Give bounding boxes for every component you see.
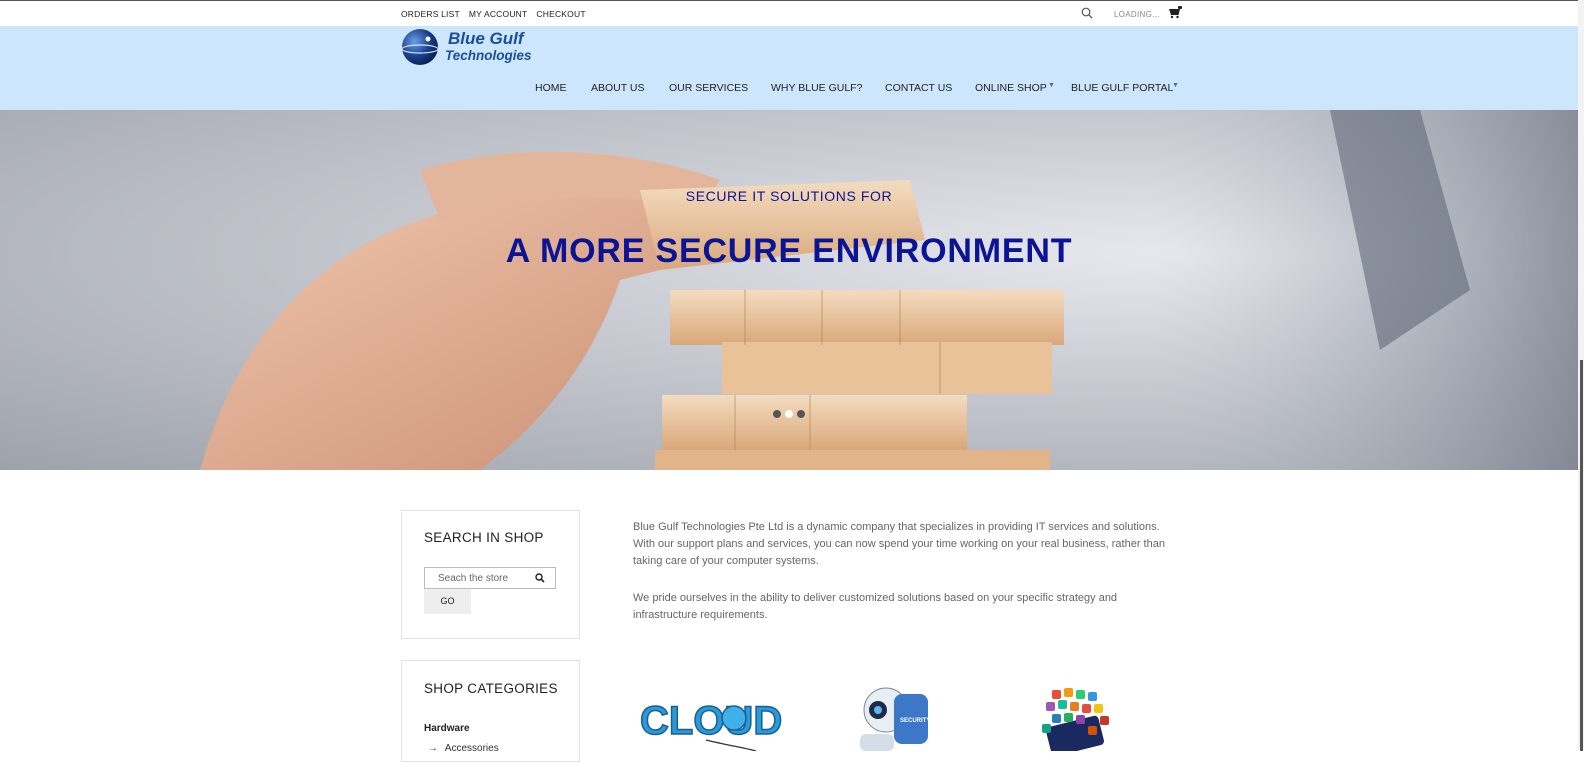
- slider-dots: [773, 410, 805, 418]
- chevron-down-icon: ▼: [1048, 82, 1055, 89]
- nav-online-shop[interactable]: ONLINE SHOP: [975, 82, 1047, 94]
- slider-dot-1[interactable]: [773, 410, 781, 418]
- search-placeholder: Seach the store: [438, 573, 509, 584]
- site-header: [0, 26, 1584, 110]
- search-shop-widget: SEARCH IN SHOP Seach the store GO: [401, 510, 580, 639]
- cart-icon[interactable]: [1168, 6, 1182, 19]
- nav-blue-gulf-portal[interactable]: BLUE GULF PORTAL: [1071, 82, 1173, 94]
- security-robot-icon: SECURITY: [860, 687, 930, 751]
- top-bar: ORDERS LIST MY ACCOUNT CHECKOUT LOADING.…: [0, 1, 1584, 26]
- orders-list-link[interactable]: ORDERS LIST: [401, 9, 460, 19]
- slider-dot-3[interactable]: [797, 410, 805, 418]
- cart-loading-text: LOADING...: [1114, 10, 1160, 19]
- scrollbar-thumb[interactable]: [1580, 360, 1583, 751]
- search-icon[interactable]: [1081, 7, 1093, 19]
- nav-about-us[interactable]: ABOUT US: [591, 82, 644, 94]
- checkout-link[interactable]: CHECKOUT: [536, 9, 585, 19]
- search-icon[interactable]: [535, 573, 545, 583]
- shop-search-input[interactable]: Seach the store: [424, 567, 556, 589]
- logo-text-line2: Technologies: [445, 48, 532, 63]
- intro-paragraph-2: We pride ourselves in the ability to del…: [633, 592, 1118, 621]
- slider-dot-2[interactable]: [785, 410, 793, 418]
- cloud-feature-icon: CLOUD: [639, 698, 783, 751]
- search-widget-title: SEARCH IN SHOP: [424, 530, 544, 545]
- my-account-link[interactable]: MY ACCOUNT: [469, 9, 528, 19]
- nav-our-services[interactable]: OUR SERVICES: [669, 82, 748, 94]
- security-feature-label: SECURITY: [900, 718, 930, 724]
- chevron-down-icon: ▼: [1172, 82, 1179, 89]
- category-item-label: Accessories: [444, 743, 499, 754]
- nav-home[interactable]: HOME: [535, 82, 567, 94]
- shop-categories-widget: SHOP CATEGORIES Hardware → Accessories: [401, 660, 580, 762]
- categories-widget-title: SHOP CATEGORIES: [424, 681, 558, 696]
- hero-slider: SECURE IT SOLUTIONS FOR A MORE SECURE EN…: [0, 110, 1578, 470]
- nav-contact-us[interactable]: CONTACT US: [885, 82, 952, 94]
- logo-text-line1: Blue Gulf: [448, 29, 524, 48]
- hero-subtitle: SECURE IT SOLUTIONS FOR: [685, 188, 893, 204]
- cloud-feature-label: CLOUD: [640, 699, 782, 743]
- nav-why-blue-gulf[interactable]: WHY BLUE GULF?: [771, 82, 862, 94]
- category-item-accessories[interactable]: → Accessories: [428, 743, 499, 754]
- top-links: ORDERS LIST MY ACCOUNT CHECKOUT: [401, 9, 586, 19]
- arrow-right-icon: →: [428, 743, 438, 754]
- hero-title: A MORE SECURE ENVIRONMENT: [505, 232, 1073, 270]
- search-go-button[interactable]: GO: [424, 589, 471, 614]
- mobile-apps-icon: [1042, 688, 1109, 751]
- category-hardware[interactable]: Hardware: [424, 723, 470, 734]
- intro-paragraph-1: Blue Gulf Technologies Pte Ltd is a dyna…: [633, 521, 1165, 567]
